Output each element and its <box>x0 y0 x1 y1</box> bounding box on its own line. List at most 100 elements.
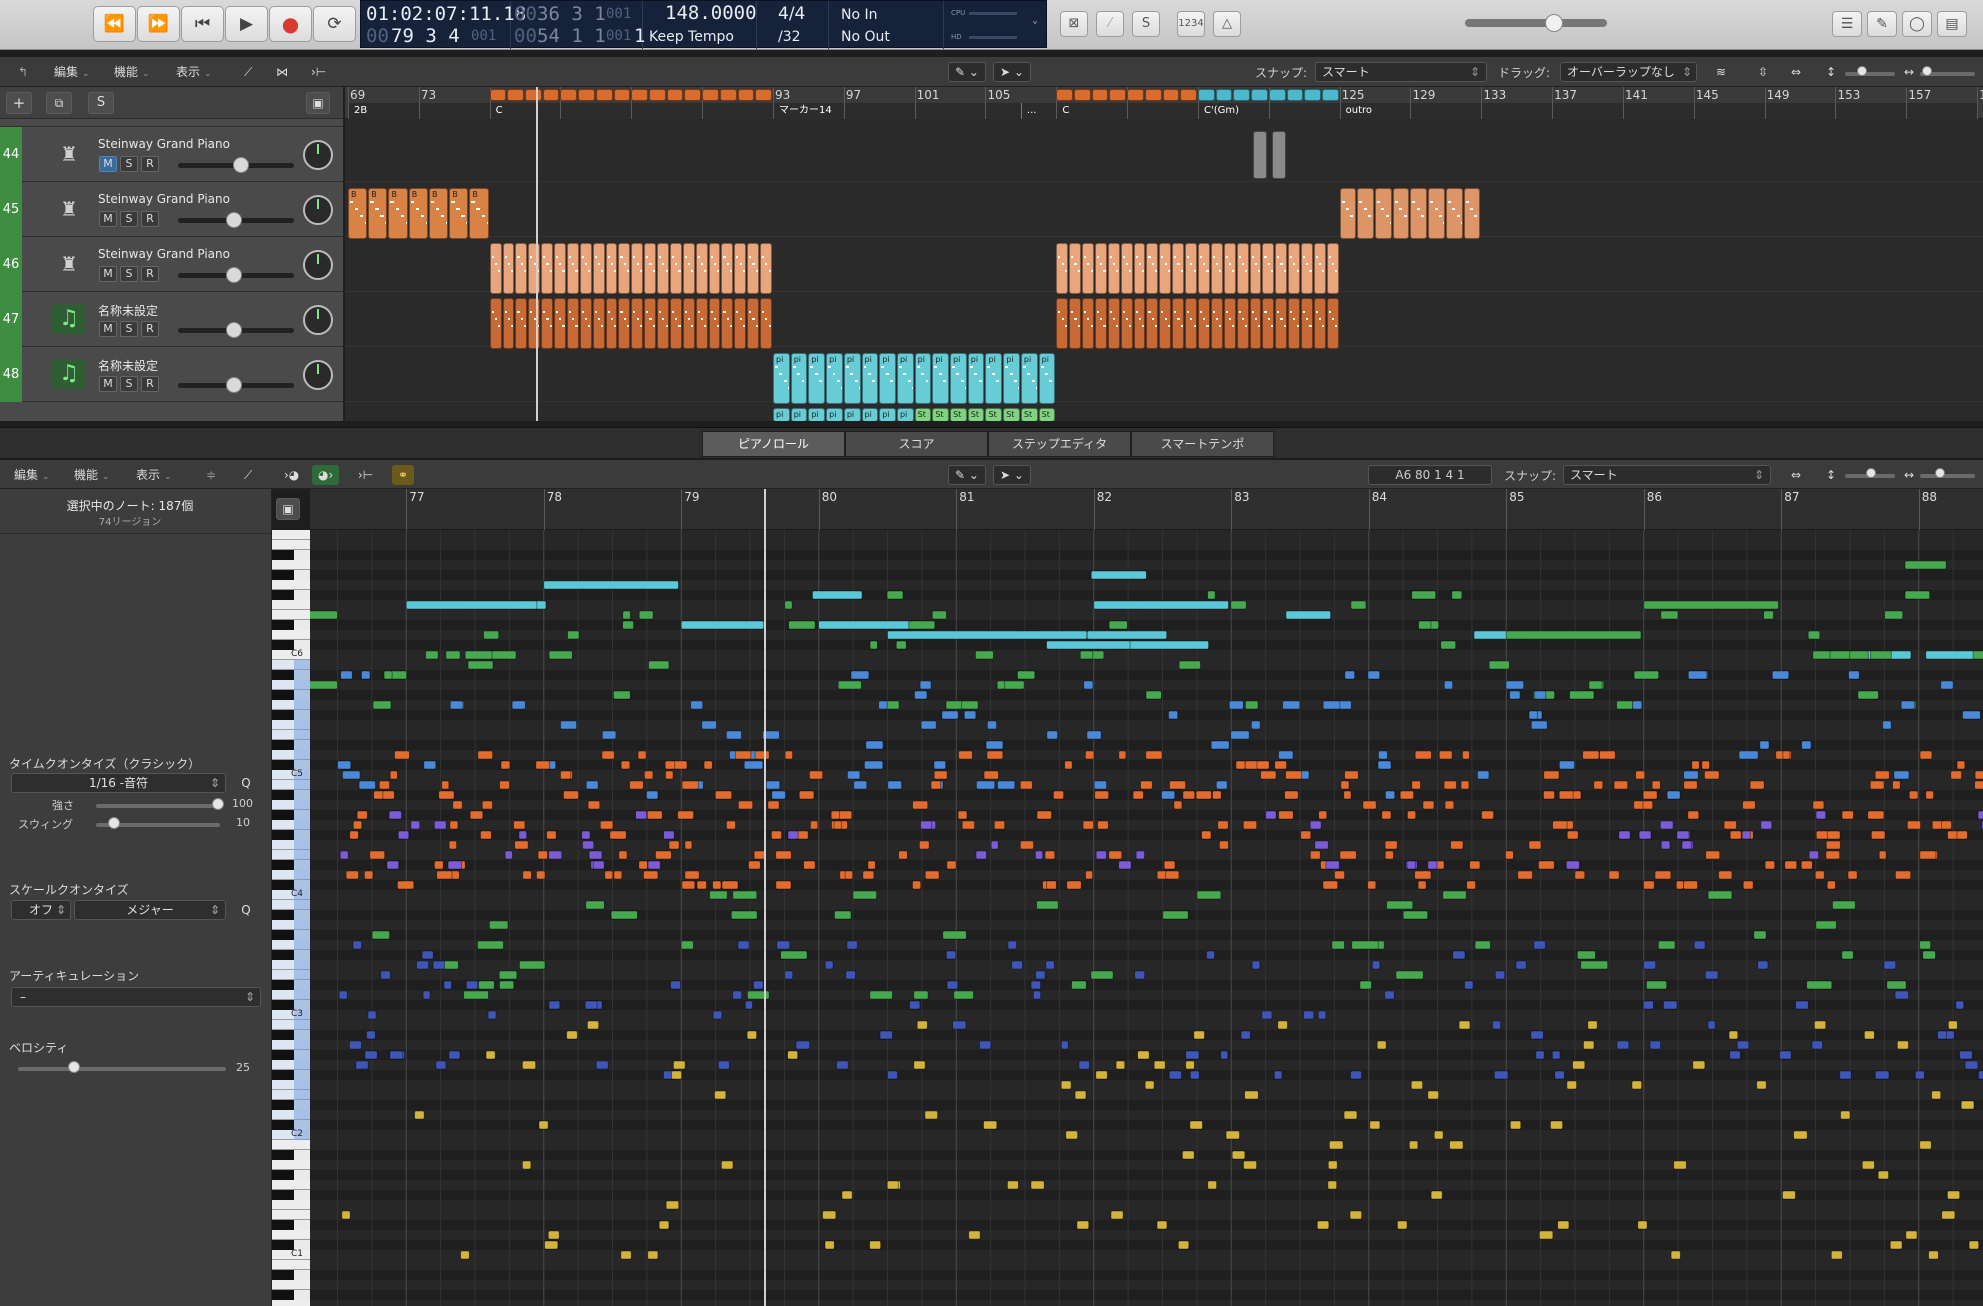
piano-roll-playhead[interactable] <box>763 489 766 1306</box>
note[interactable] <box>1036 900 1059 910</box>
region-track47[interactable] <box>760 298 772 349</box>
note[interactable] <box>1964 1060 1979 1070</box>
track-header-48[interactable]: 48 ♫ 名称未設定 M S R <box>0 347 343 402</box>
note[interactable] <box>681 780 699 790</box>
region-track47[interactable] <box>515 298 528 349</box>
note[interactable] <box>618 850 628 860</box>
note[interactable] <box>1322 880 1339 890</box>
note[interactable] <box>548 850 563 860</box>
note[interactable] <box>1464 980 1474 990</box>
marker-row-region[interactable] <box>1056 89 1074 101</box>
note[interactable] <box>1593 780 1604 790</box>
note[interactable] <box>646 810 663 820</box>
note[interactable] <box>1086 630 1168 640</box>
note[interactable] <box>1908 790 1919 800</box>
note[interactable] <box>1322 700 1341 710</box>
note[interactable] <box>886 590 904 600</box>
black-key[interactable] <box>272 1220 294 1230</box>
note[interactable] <box>637 750 647 760</box>
note[interactable] <box>1795 1000 1809 1010</box>
note[interactable] <box>1242 820 1258 830</box>
note[interactable] <box>1344 670 1356 680</box>
note[interactable] <box>1469 860 1481 870</box>
notepad-button[interactable]: ✎ <box>1867 11 1897 37</box>
note[interactable] <box>986 750 1004 760</box>
note[interactable] <box>1558 760 1575 770</box>
note[interactable] <box>671 1070 682 1080</box>
note[interactable] <box>993 820 1006 830</box>
note[interactable] <box>853 780 868 790</box>
note[interactable] <box>514 840 529 850</box>
note[interactable] <box>748 860 761 870</box>
region-b[interactable]: B <box>408 188 428 239</box>
region-b[interactable]: B <box>388 188 408 239</box>
note[interactable] <box>1832 900 1856 910</box>
region-track46[interactable] <box>605 243 618 294</box>
region-pi[interactable]: pi <box>790 353 808 404</box>
note[interactable] <box>567 630 580 640</box>
black-key[interactable] <box>272 860 294 870</box>
black-key[interactable] <box>272 670 294 680</box>
region-track45[interactable] <box>1410 188 1428 239</box>
note[interactable] <box>775 880 792 890</box>
note[interactable] <box>500 760 511 770</box>
note[interactable] <box>1687 670 1708 680</box>
note[interactable] <box>1848 670 1860 680</box>
note[interactable] <box>1265 810 1277 820</box>
piano-keyboard[interactable]: C6 C5 C4 C3 C2 C1 <box>272 530 310 1306</box>
note[interactable] <box>1002 680 1025 690</box>
mute-button[interactable]: M <box>99 321 117 337</box>
note[interactable] <box>1207 590 1216 600</box>
note[interactable] <box>1870 650 1892 660</box>
note[interactable] <box>1784 860 1798 870</box>
region-track47[interactable] <box>1223 298 1236 349</box>
marker-row-region[interactable] <box>507 89 525 101</box>
note[interactable] <box>1086 730 1102 740</box>
note[interactable] <box>356 810 368 820</box>
note[interactable] <box>1274 760 1287 770</box>
note[interactable] <box>696 880 707 890</box>
note[interactable] <box>957 810 968 820</box>
note[interactable] <box>463 990 489 1000</box>
note[interactable] <box>770 830 782 840</box>
region-track46[interactable] <box>515 243 528 294</box>
region-track46[interactable] <box>618 243 631 294</box>
lcd-display[interactable]: 01:02:07:11.18 00 79 3 4 001 00 36 3 1 0… <box>360 0 1047 49</box>
note[interactable] <box>1369 1120 1381 1130</box>
note[interactable] <box>1145 750 1163 760</box>
note[interactable] <box>655 850 672 860</box>
note[interactable] <box>452 800 463 810</box>
region-st[interactable]: St <box>932 408 950 421</box>
note[interactable] <box>1066 880 1082 890</box>
note[interactable] <box>1867 810 1885 820</box>
note[interactable] <box>477 750 494 760</box>
secondary-tool-select[interactable]: ➤ ⌄ <box>993 62 1031 82</box>
note[interactable] <box>684 870 700 880</box>
marker-row-region[interactable] <box>1127 89 1144 101</box>
note[interactable] <box>425 650 439 660</box>
note[interactable] <box>975 850 987 860</box>
note[interactable] <box>1074 1090 1087 1100</box>
list-editors-button[interactable]: ☰ <box>1832 11 1862 37</box>
note[interactable] <box>1309 850 1321 860</box>
note[interactable] <box>1215 780 1228 790</box>
note[interactable] <box>864 760 884 770</box>
strength-slider[interactable] <box>96 804 220 808</box>
note[interactable] <box>919 680 932 690</box>
duplicate-track-button[interactable]: ⧉ <box>46 92 72 114</box>
note[interactable] <box>818 620 924 630</box>
note[interactable] <box>1892 780 1901 790</box>
region-track46[interactable] <box>1094 243 1107 294</box>
note[interactable] <box>1169 780 1186 790</box>
note[interactable] <box>612 690 631 700</box>
note[interactable] <box>1847 870 1858 880</box>
note[interactable] <box>638 610 654 620</box>
note[interactable] <box>1886 980 1907 990</box>
region-track46[interactable] <box>1249 243 1262 294</box>
note[interactable] <box>1572 1060 1586 1070</box>
note[interactable] <box>460 1250 470 1260</box>
region-track46[interactable] <box>644 243 657 294</box>
note[interactable] <box>1343 1110 1358 1120</box>
note[interactable] <box>1572 790 1582 800</box>
note[interactable] <box>1895 870 1912 880</box>
